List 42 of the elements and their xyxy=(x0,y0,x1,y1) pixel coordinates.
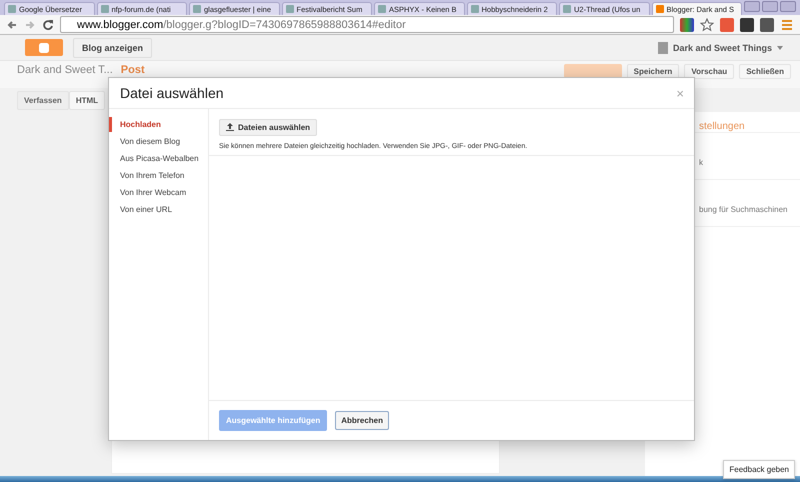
reload-icon[interactable] xyxy=(42,18,54,30)
settings-heading: stellungen xyxy=(699,121,745,132)
favicon-icon xyxy=(100,5,108,13)
dialog-title: Datei auswählen xyxy=(120,85,224,101)
favicon-icon xyxy=(470,5,478,13)
caret-icon[interactable] xyxy=(777,46,783,50)
view-blog-button[interactable]: Blog anzeigen xyxy=(73,38,152,58)
minimize-icon[interactable] xyxy=(744,1,760,12)
source-nav-item[interactable]: Von einer URL xyxy=(109,202,208,217)
favicon-icon xyxy=(8,5,16,13)
avatar-icon xyxy=(658,42,668,54)
favicon-icon xyxy=(193,5,201,13)
mode-tab[interactable]: Verfassen xyxy=(17,90,69,110)
upload-icon xyxy=(226,123,234,131)
star-icon[interactable] xyxy=(700,18,714,32)
maximize-icon[interactable] xyxy=(762,1,778,12)
blogger-logo-icon[interactable] xyxy=(25,39,63,56)
favicon-icon xyxy=(378,5,386,13)
cancel-button[interactable]: Abbrechen xyxy=(335,411,390,430)
choose-files-button[interactable]: Dateien auswählen xyxy=(219,118,318,136)
favicon-icon xyxy=(563,5,571,13)
mode-tab[interactable]: HTML xyxy=(68,90,106,110)
settings-item[interactable]: bung für Suchmaschinen xyxy=(699,204,788,214)
forward-icon[interactable] xyxy=(24,18,36,30)
source-nav-item[interactable]: Von Ihrem Telefon xyxy=(109,168,208,183)
address-bar[interactable]: www.blogger.com/blogger.g?blogID=7430697865988803614#editor xyxy=(60,16,674,33)
account-name[interactable]: Dark and Sweet Things xyxy=(672,42,772,52)
editor-button[interactable]: Vorschau xyxy=(684,64,734,79)
blog-title: Dark and Sweet T... xyxy=(17,64,113,77)
favicon-icon xyxy=(656,5,664,13)
feedback-button[interactable]: Feedback geben xyxy=(723,460,795,479)
back-icon[interactable] xyxy=(6,18,18,30)
close-icon[interactable] xyxy=(780,1,796,12)
source-nav-item[interactable]: Hochladen xyxy=(109,117,208,132)
menu-icon[interactable] xyxy=(780,18,794,32)
source-nav-item[interactable]: Von Ihrer Webcam xyxy=(109,185,208,200)
favicon-icon xyxy=(286,5,294,13)
post-label: Post xyxy=(120,64,145,77)
editor-button[interactable]: Schließen xyxy=(739,64,791,79)
source-nav-item[interactable]: Aus Picasa-Webalben xyxy=(109,151,208,166)
settings-item[interactable]: k xyxy=(699,158,703,166)
source-nav-item[interactable]: Von diesem Blog xyxy=(109,134,208,149)
